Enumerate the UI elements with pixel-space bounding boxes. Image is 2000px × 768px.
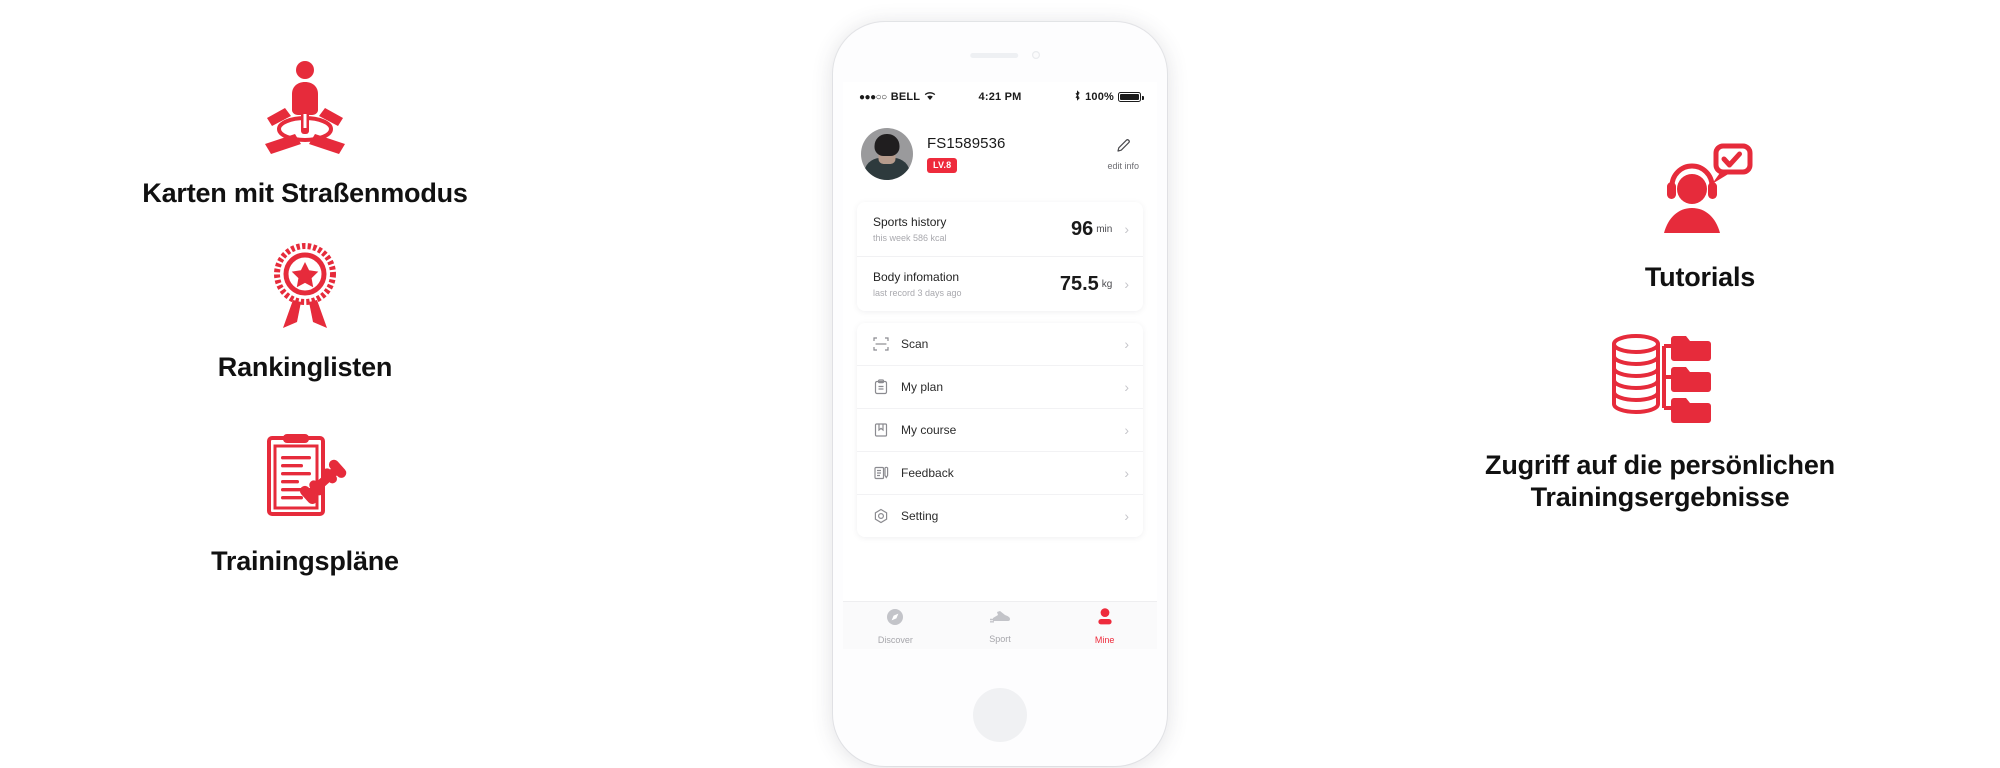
menu-item-scan[interactable]: Scan ›: [857, 323, 1143, 365]
menu-item-setting[interactable]: Setting ›: [857, 494, 1143, 537]
feature-training-plans: Trainingspläne: [60, 428, 550, 578]
database-folders-icon: [1608, 330, 1712, 426]
phone-mockup: ●●●○○ BELL 4:21 PM 100% FS1589536 LV.8 e…: [833, 22, 1167, 766]
tab-discover[interactable]: Discover: [843, 607, 948, 645]
stat-unit: min: [1096, 223, 1113, 235]
edit-info-label: edit info: [1107, 161, 1139, 171]
avatar[interactable]: [861, 128, 913, 180]
carrier-label: BELL: [890, 91, 921, 103]
menu-card: Scan › My plan › My course › Feedback › …: [857, 323, 1143, 537]
menu-item-label: Feedback: [901, 466, 954, 480]
feature-rankings: Rankinglisten: [60, 238, 550, 384]
chevron-right-icon[interactable]: ›: [1124, 380, 1129, 394]
person-icon: [1095, 607, 1115, 632]
clipboard-dumbbell-icon: [257, 428, 353, 524]
feature-data-access: Zugriff auf die persönlichen Trainingser…: [1350, 330, 1970, 514]
edit-info-button[interactable]: edit info: [1107, 137, 1139, 171]
level-badge: LV.8: [927, 158, 958, 173]
tab-mine[interactable]: Mine: [1052, 607, 1157, 645]
battery-percent-label: 100%: [1085, 91, 1115, 103]
clock-label: 4:21 PM: [978, 91, 1022, 103]
stat-subtitle: this week 586 kcal: [873, 233, 947, 243]
chevron-right-icon[interactable]: ›: [1124, 509, 1129, 523]
phone-top-bezel: [833, 22, 1167, 82]
award-rosette-icon: [259, 238, 351, 330]
headset-person-check-icon: [1646, 140, 1754, 240]
running-shoe-icon: [989, 608, 1011, 631]
stat-unit: kg: [1101, 278, 1113, 290]
feature-caption: Karten mit Straßenmodus: [142, 178, 468, 208]
clipboard-icon: [873, 379, 889, 395]
home-button[interactable]: [973, 688, 1027, 742]
tab-sport[interactable]: Sport: [948, 608, 1053, 644]
menu-item-label: My plan: [901, 380, 944, 394]
earpiece-speaker: [970, 53, 1019, 58]
feature-caption: Tutorials: [1644, 262, 1756, 292]
wifi-icon: [924, 91, 936, 104]
tab-label: Mine: [1094, 634, 1115, 645]
pencil-icon: [1115, 137, 1132, 156]
menu-item-label: Setting: [901, 509, 939, 523]
stat-title: Body infomation: [873, 270, 960, 284]
stat-subtitle: last record 3 days ago: [873, 288, 962, 298]
menu-item-feedback[interactable]: Feedback ›: [857, 451, 1143, 494]
phone-screen: ●●●○○ BELL 4:21 PM 100% FS1589536 LV.8 e…: [843, 82, 1157, 649]
tab-label: Discover: [877, 634, 913, 645]
profile-header[interactable]: FS1589536 LV.8 edit info: [843, 112, 1157, 198]
feature-caption: Rankinglisten: [217, 352, 393, 382]
stat-value: 96: [1070, 217, 1094, 240]
chevron-right-icon[interactable]: ›: [1124, 466, 1129, 480]
status-bar: ●●●○○ BELL 4:21 PM 100%: [843, 82, 1157, 112]
bluetooth-icon: [1074, 90, 1081, 104]
compass-icon: [885, 607, 905, 632]
menu-item-label: My course: [901, 423, 957, 437]
signal-dots-icon: ●●●○○: [859, 91, 887, 103]
promo-page: Karten mit Straßenmodus Rankinglisten Tr…: [0, 0, 2000, 768]
map-road-mode-icon: [255, 56, 355, 156]
menu-item-my-course[interactable]: My course ›: [857, 408, 1143, 451]
chevron-right-icon[interactable]: ›: [1124, 423, 1129, 437]
chevron-right-icon[interactable]: ›: [1124, 222, 1129, 236]
stat-title: Sports history: [873, 215, 947, 229]
stat-row-sports-history[interactable]: Sports history this week 586 kcal 96 min…: [857, 202, 1143, 256]
menu-item-my-plan[interactable]: My plan ›: [857, 365, 1143, 408]
front-camera: [1032, 51, 1040, 59]
feature-map-road-mode: Karten mit Straßenmodus: [60, 56, 550, 210]
feature-caption: Zugriff auf die persönlichen Trainingser…: [1485, 450, 1835, 512]
username-label: FS1589536: [927, 135, 1006, 152]
feature-tutorials: Tutorials: [1440, 140, 1960, 294]
stat-row-body-information[interactable]: Body infomation last record 3 days ago 7…: [857, 256, 1143, 311]
chevron-right-icon[interactable]: ›: [1124, 277, 1129, 291]
feedback-pen-icon: [873, 465, 889, 481]
stats-card: Sports history this week 586 kcal 96 min…: [857, 202, 1143, 311]
book-bookmark-icon: [873, 422, 889, 438]
feature-caption: Trainingspläne: [211, 546, 399, 576]
chevron-right-icon[interactable]: ›: [1124, 337, 1129, 351]
tab-bar: Discover Sport Mine: [843, 601, 1157, 649]
tab-label: Sport: [989, 633, 1011, 644]
battery-full-icon: [1118, 92, 1144, 102]
gear-hex-icon: [873, 508, 889, 524]
menu-item-label: Scan: [901, 337, 929, 351]
stat-value: 75.5: [1059, 272, 1099, 295]
scan-frame-icon: [873, 336, 889, 352]
